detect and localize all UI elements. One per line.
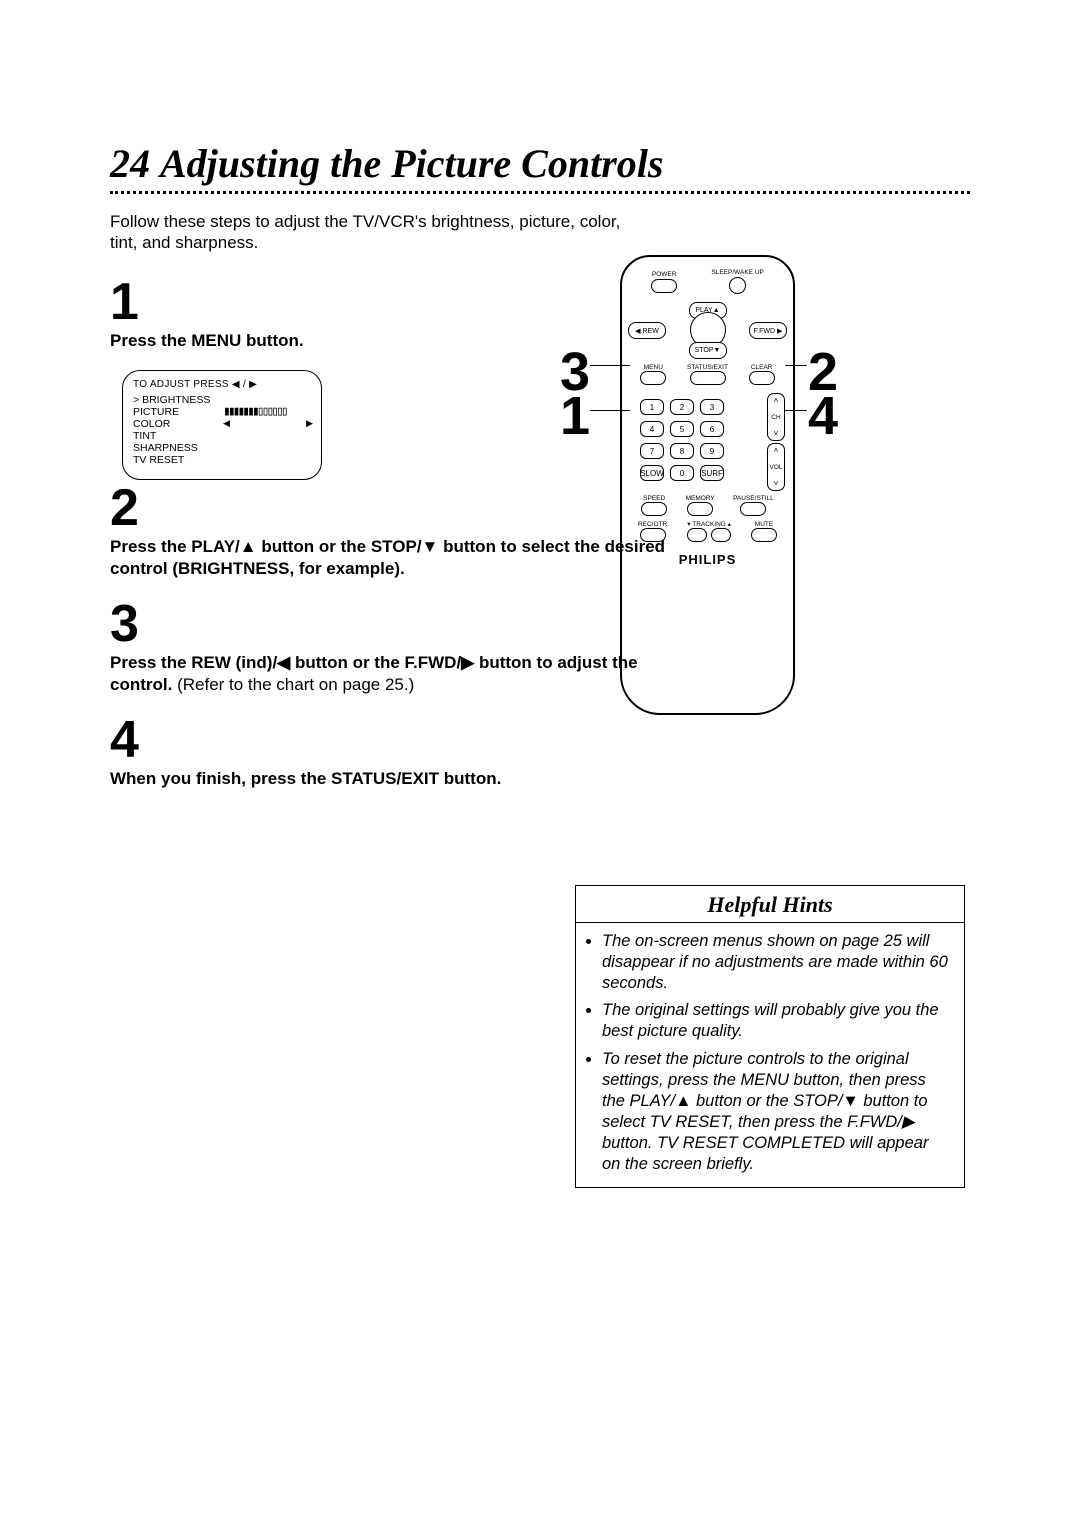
mute-button[interactable] [751,528,777,542]
menu-button[interactable] [640,371,666,385]
osd-item-tvreset: TV RESET [133,454,311,466]
osd-slider-icon: ▮▮▮▮▮▮▮▯▯▯▯▯▯ [223,404,286,419]
speed-button[interactable] [641,502,667,516]
key-4[interactable]: 4 [640,421,664,437]
remote-illustration: 3 1 2 4 POWER SLEEP/WAKE UP PLAY▲ [560,255,980,725]
tracking-up-button[interactable] [711,528,731,542]
key-5[interactable]: 5 [670,421,694,437]
osd-slider-arrows: ◀▶ [223,418,313,429]
key-0[interactable]: 0 [670,465,694,481]
intro-text: Follow these steps to adjust the TV/VCR'… [110,211,650,254]
slow-button[interactable]: SLOW [640,465,664,481]
power-label: POWER [652,271,677,278]
step-3-tail: (Refer to the chart on page 25.) [177,675,414,694]
pause-label: PAUSE/STILL [733,495,774,502]
pause-button[interactable] [740,502,766,516]
osd-item-tint: TINT [133,430,311,442]
rec-button[interactable] [640,528,666,542]
hint-1: The on-screen menus shown on page 25 wil… [602,931,950,994]
memory-label: MEMORY [686,495,715,502]
osd-item-sharpness: SHARPNESS [133,442,311,454]
clear-button[interactable] [749,371,775,385]
ffwd-button[interactable]: F.FWD ▶ [749,322,787,339]
brand-logo: PHILIPS [622,552,793,567]
status-label: STATUS/EXIT [687,364,728,371]
sleep-button[interactable] [729,277,746,294]
key-8[interactable]: 8 [670,443,694,459]
step-4-text: When you finish, press the STATUS/EXIT b… [110,769,501,788]
status-button[interactable] [690,371,726,385]
key-3[interactable]: 3 [700,399,724,415]
callout-4: 4 [808,385,838,447]
memory-button[interactable] [687,502,713,516]
rec-label: REC/OTR [638,521,667,528]
hint-2: The original settings will probably give… [602,1000,950,1042]
helpful-hints-title: Helpful Hints [576,886,964,923]
hint-3: To reset the picture controls to the ori… [602,1049,950,1176]
tv-osd-illustration: TO ADJUST PRESS ◀ / ▶ BRIGHTNESS PICTURE… [122,370,322,480]
page-number: 24 [110,140,150,187]
key-6[interactable]: 6 [700,421,724,437]
volume-rocker[interactable]: ˄VOL˅ [767,443,785,491]
sleep-label: SLEEP/WAKE UP [711,269,764,276]
clear-label: CLEAR [751,364,773,371]
step-1-text: Press the MENU button. [110,331,304,350]
tracking-down-button[interactable] [687,528,707,542]
stop-button[interactable]: STOP▼ [689,342,727,359]
channel-rocker[interactable]: ˄CH˅ [767,393,785,441]
dotted-rule [110,191,970,194]
page-title: Adjusting the Picture Controls [160,140,663,187]
rew-button[interactable]: ◀ REW [628,322,666,339]
mute-label: MUTE [755,521,773,528]
surf-button[interactable]: SURF [700,465,724,481]
power-button[interactable] [651,279,677,293]
menu-label: MENU [644,364,663,371]
helpful-hints-box: Helpful Hints The on-screen menus shown … [575,885,965,1188]
tracking-label: ▾ TRACKING ▴ [687,520,731,528]
key-1[interactable]: 1 [640,399,664,415]
key-7[interactable]: 7 [640,443,664,459]
callout-1: 1 [560,385,590,447]
key-9[interactable]: 9 [700,443,724,459]
key-2[interactable]: 2 [670,399,694,415]
osd-header: TO ADJUST PRESS ◀ / ▶ [133,379,311,390]
speed-label: SPEED [643,495,665,502]
